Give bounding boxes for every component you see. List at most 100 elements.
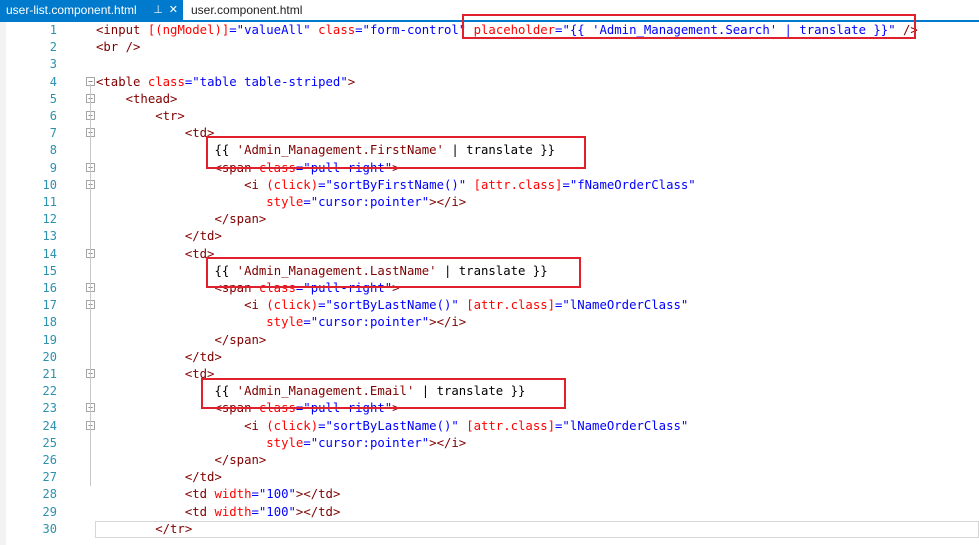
code-line[interactable]: 4− <table class="table table-striped"> bbox=[0, 74, 979, 91]
code-text: <td width="100"></td> bbox=[96, 486, 341, 503]
code-line[interactable]: 26 </span> bbox=[0, 452, 979, 469]
code-text: <td> bbox=[96, 125, 215, 142]
line-number: 20 bbox=[42, 349, 57, 364]
highlight-box bbox=[206, 136, 586, 169]
code-token: <input bbox=[96, 23, 148, 37]
code-text: <td width="100"></td> bbox=[96, 504, 341, 521]
code-line[interactable]: 2 <br /> bbox=[0, 39, 979, 56]
code-text: <br /> bbox=[96, 39, 140, 56]
code-token: [attr.class] bbox=[473, 177, 563, 192]
code-token: ></td> bbox=[295, 487, 341, 502]
code-token: width bbox=[214, 487, 252, 502]
line-number: 25 bbox=[42, 435, 57, 450]
code-text: </td> bbox=[96, 349, 222, 366]
code-text: <td> bbox=[96, 246, 215, 263]
code-token: <br /> bbox=[96, 40, 141, 55]
code-editor[interactable]: 1 <input [(ngModel)]="valueAll" class ="fo… bbox=[0, 14, 979, 545]
line-number: 16 bbox=[42, 281, 57, 295]
code-token: [(ngModel)] bbox=[147, 23, 230, 37]
line-number: 30 bbox=[42, 521, 57, 536]
code-text: <tr> bbox=[96, 108, 185, 125]
code-token: > bbox=[347, 74, 356, 89]
code-token: <i bbox=[96, 177, 267, 192]
code-line[interactable]: 6− <tr> bbox=[0, 108, 979, 125]
line-number: 1 bbox=[49, 23, 57, 37]
code-token: <thead> bbox=[96, 91, 178, 106]
code-token: ="100" bbox=[251, 487, 296, 502]
line-number: 29 bbox=[42, 504, 57, 519]
code-line[interactable]: 12 </span> bbox=[0, 211, 979, 228]
current-line-indicator bbox=[95, 520, 979, 538]
code-token: <i bbox=[96, 418, 267, 433]
code-line[interactable]: 17− <i (click)="sortByLastName()" [attr.… bbox=[0, 297, 979, 314]
code-line[interactable]: 24− <i (click)="sortByLastName()" [attr.… bbox=[0, 418, 979, 435]
code-token: ="form-control" bbox=[355, 23, 474, 37]
code-token: </span> bbox=[96, 332, 267, 347]
code-token: </td> bbox=[96, 470, 222, 485]
tab-user-list-component[interactable]: user-list.component.html ⊥ ✕ bbox=[0, 0, 183, 20]
line-number: 4 bbox=[49, 74, 57, 89]
code-token: ="cursor:pointer" bbox=[303, 195, 430, 209]
line-number: 18 bbox=[42, 315, 57, 330]
code-token: [attr.class] bbox=[466, 418, 556, 433]
code-token: (click) bbox=[266, 298, 319, 313]
code-token: ="100" bbox=[251, 504, 296, 519]
code-line[interactable]: 29 <td width="100"></td> bbox=[0, 504, 979, 521]
close-icon[interactable]: ✕ bbox=[169, 0, 178, 20]
code-line[interactable]: 18 style="cursor:pointer"></i> bbox=[0, 314, 979, 331]
code-token: [attr.class] bbox=[466, 298, 556, 313]
code-line[interactable]: 13 </td> bbox=[0, 228, 979, 245]
code-text: style="cursor:pointer"></i> bbox=[96, 435, 466, 452]
line-number: 2 bbox=[49, 40, 57, 55]
code-line[interactable]: 25 style="cursor:pointer"></i> bbox=[0, 435, 979, 452]
code-line[interactable]: 19 </span> bbox=[0, 332, 979, 349]
code-text: </span> bbox=[96, 211, 266, 228]
line-number: 15 bbox=[42, 263, 57, 278]
code-token: <td> bbox=[96, 246, 215, 261]
code-text: </td> bbox=[96, 469, 222, 486]
code-text: <i (click)="sortByFirstName()" [attr.cla… bbox=[96, 177, 696, 194]
line-number: 11 bbox=[42, 195, 57, 209]
line-number: 21 bbox=[42, 367, 57, 381]
code-token: ="cursor:pointer" bbox=[303, 435, 430, 450]
pin-icon[interactable]: ⊥ bbox=[153, 0, 163, 20]
code-text: </td> bbox=[96, 228, 222, 245]
code-token: ="lNameOrderClass" bbox=[555, 298, 689, 313]
code-text: style="cursor:pointer"></i> bbox=[96, 194, 466, 211]
line-number: 22 bbox=[42, 384, 57, 399]
line-number: 13 bbox=[42, 229, 57, 244]
code-token: ></i> bbox=[429, 195, 467, 209]
code-line[interactable]: 20 </td> bbox=[0, 349, 979, 366]
code-text: <thead> bbox=[96, 91, 178, 108]
code-line[interactable]: 27 </td> bbox=[0, 469, 979, 486]
code-token: ="cursor:pointer" bbox=[303, 315, 430, 330]
tab-user-component[interactable]: user.component.html bbox=[185, 0, 302, 20]
code-text: </span> bbox=[96, 332, 266, 349]
code-token: </td> bbox=[96, 229, 222, 244]
code-token: (click) bbox=[266, 177, 319, 192]
code-token: ="lNameOrderClass" bbox=[555, 418, 689, 433]
line-number: 14 bbox=[42, 246, 57, 261]
code-token: <tr> bbox=[96, 109, 185, 123]
code-token: ></td> bbox=[295, 504, 341, 519]
code-line[interactable]: 5− <thead> bbox=[0, 91, 979, 108]
highlight-box bbox=[206, 257, 581, 288]
code-token: </span> bbox=[96, 212, 267, 227]
tab-label: user-list.component.html bbox=[6, 3, 137, 17]
code-line[interactable]: 10− <i (click)="sortByFirstName()" [attr… bbox=[0, 177, 979, 194]
code-token: ="valueAll" bbox=[229, 23, 319, 37]
code-line[interactable]: 11 style="cursor:pointer"></i> bbox=[0, 194, 979, 211]
code-token: width bbox=[214, 504, 252, 519]
line-number: 5 bbox=[49, 91, 57, 106]
code-token: ="sortByLastName()" bbox=[318, 418, 467, 433]
code-token: <td bbox=[96, 487, 215, 502]
line-number: 3 bbox=[49, 57, 57, 72]
code-line[interactable]: 28 <td width="100"></td> bbox=[0, 486, 979, 503]
code-line[interactable]: 3 bbox=[0, 56, 979, 73]
line-number: 23 bbox=[42, 401, 57, 416]
line-number: 24 bbox=[42, 418, 57, 433]
code-text: </span> bbox=[96, 452, 266, 469]
code-token: class bbox=[147, 74, 185, 89]
outline-guide bbox=[90, 118, 91, 452]
